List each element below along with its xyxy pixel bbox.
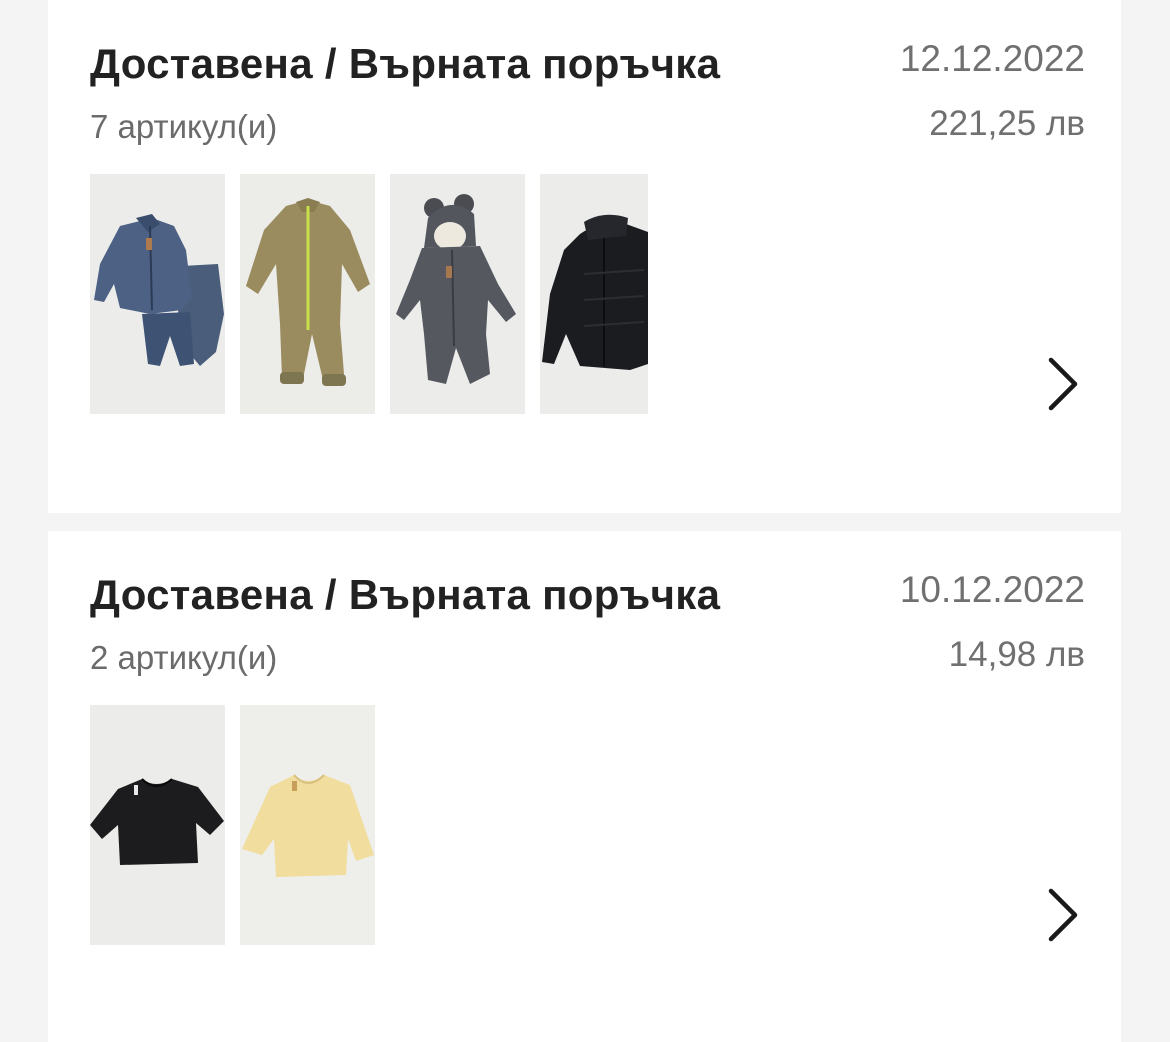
- order-status-title: Доставена / Върната поръчка: [90, 40, 721, 87]
- grey-hooded-bear-jumpsuit-icon[interactable]: [390, 174, 525, 414]
- order-status-title: Доставена / Върната поръчка: [90, 571, 721, 618]
- order-items-count: 7 артикул(и): [90, 108, 278, 145]
- order-date: 10.12.2022: [899, 569, 1085, 610]
- blue-knit-jacket-set-icon[interactable]: [90, 174, 225, 414]
- order-card[interactable]: Доставена / Върната поръчка 2 артикул(и)…: [48, 531, 1121, 1042]
- yellow-crop-tshirt-icon[interactable]: [240, 705, 375, 945]
- black-quilted-jacket-icon[interactable]: [540, 174, 648, 414]
- olive-fleece-jumpsuit-icon[interactable]: [240, 174, 375, 414]
- order-card[interactable]: Доставена / Върната поръчка 7 артикул(и)…: [48, 0, 1121, 513]
- order-items-count: 2 артикул(и): [90, 639, 278, 676]
- black-crop-tshirt-icon[interactable]: [90, 705, 225, 945]
- order-total: 221,25 лв: [929, 104, 1085, 143]
- order-date: 12.12.2022: [899, 38, 1085, 79]
- order-total: 14,98 лв: [948, 635, 1085, 674]
- chevron-right-icon[interactable]: [1043, 885, 1083, 945]
- chevron-right-icon[interactable]: [1043, 354, 1083, 414]
